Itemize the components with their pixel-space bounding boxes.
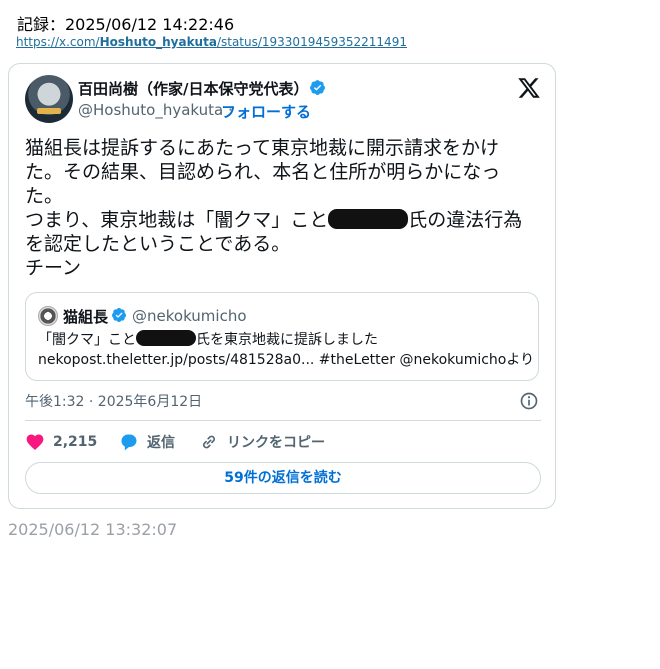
reply-button[interactable]: 返信	[119, 432, 175, 452]
reply-label: 返信	[147, 435, 175, 451]
quote-redaction-block	[136, 330, 196, 346]
quote-text-line1: 「闇クマ」こと 氏を東京地裁に提訴しました	[38, 330, 378, 348]
tweet-text-line2: つまり、東京地裁は「闇クマ」こと 氏の違法行為を認定したということである。	[25, 209, 523, 255]
url-prefix: https://x.com/	[16, 35, 100, 49]
quote-verified-badge-icon	[111, 308, 126, 322]
info-icon[interactable]	[519, 391, 539, 411]
like-count: 2,215	[53, 434, 98, 450]
quote-author-name: 猫組長	[63, 308, 109, 326]
tweet-text-line3: チーン	[25, 257, 82, 279]
author-avatar[interactable]	[25, 75, 73, 123]
record-timestamp: 記録：2025/06/12 14:22:46	[17, 15, 235, 34]
tweet-card: 百田尚樹（作家/日本保守党代表） @Hoshuto_hyakuta · フォロー…	[8, 63, 556, 509]
reply-bubble-icon	[121, 434, 137, 451]
copy-link-label: リンクをコピー	[227, 435, 325, 451]
heart-icon	[26, 434, 44, 450]
author-name[interactable]: 百田尚樹（作家/日本保守党代表）	[78, 78, 308, 99]
read-replies-button[interactable]: 59件の返信を読む	[25, 462, 541, 494]
copy-link-button[interactable]: リンクをコピー	[199, 432, 325, 452]
tweet-text: 猫組長は提訴するにあたって東京地裁に開示請求をかけた。その結果、目認められ、本名…	[25, 136, 535, 280]
url-suffix: /status/1933019459352211491	[216, 35, 407, 49]
author-handle[interactable]: @Hoshuto_hyakuta ·	[78, 101, 233, 119]
divider	[25, 420, 541, 421]
quote-text: 「闇クマ」こと 氏を東京地裁に提訴しました nekopost.theletter.…	[38, 330, 534, 370]
tweet-timestamp[interactable]: 午後1:32 · 2025年6月12日	[25, 391, 202, 411]
x-logo-icon[interactable]	[517, 76, 541, 100]
like-button[interactable]: 2,215	[25, 432, 97, 452]
follow-button[interactable]: フォローする	[221, 101, 311, 122]
quoted-tweet[interactable]: 猫組長 @nekokumicho 「闇クマ」こと 氏を東京地裁に提訴しました ne…	[25, 292, 539, 381]
tweet-text-line1: 猫組長は提訴するにあたって東京地裁に開示請求をかけた。その結果、目認められ、本名…	[25, 137, 501, 207]
footer-timestamp: 2025/06/12 13:32:07	[8, 520, 178, 539]
verified-badge-icon	[310, 80, 325, 95]
source-url-link[interactable]: https://x.com/Hoshuto_hyakuta/status/193…	[16, 35, 407, 49]
link-icon	[203, 435, 215, 449]
quote-author-handle: @nekokumicho	[132, 307, 247, 325]
url-user: Hoshuto_hyakuta	[99, 35, 217, 49]
quote-author-avatar	[38, 306, 58, 326]
redaction-block	[328, 209, 409, 229]
quote-text-line2: nekopost.theletter.jp/posts/481528a0... …	[38, 352, 535, 368]
